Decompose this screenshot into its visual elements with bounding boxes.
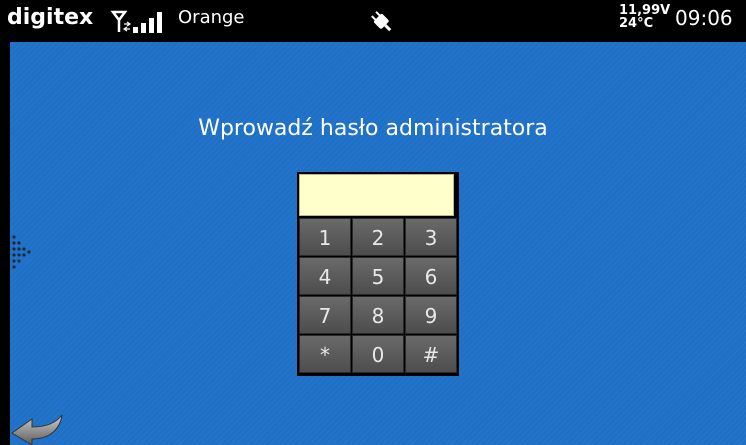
keypad-panel: 1 2 3 4 5 6 7 8 9 * 0 # (297, 172, 459, 376)
key-4[interactable]: 4 (299, 257, 351, 295)
key-1[interactable]: 1 (299, 218, 351, 256)
key-0[interactable]: 0 (352, 335, 404, 373)
back-arrow-icon[interactable] (10, 413, 70, 445)
brand-logo: digitex (7, 5, 94, 30)
key-6[interactable]: 6 (405, 257, 457, 295)
signal-strength-icon (110, 10, 162, 33)
keypad-keys: 1 2 3 4 5 6 7 8 9 * 0 # (299, 218, 457, 373)
key-7[interactable]: 7 (299, 296, 351, 334)
key-2[interactable]: 2 (352, 218, 404, 256)
temperature-value: 24°C (619, 16, 654, 31)
password-field[interactable] (299, 174, 454, 216)
power-plug-icon (371, 11, 392, 32)
key-5[interactable]: 5 (352, 257, 404, 295)
key-hash[interactable]: # (405, 335, 457, 373)
voltage-temperature-readout: 11,99V 24°C (619, 4, 670, 30)
clock: 09:06 (675, 6, 733, 30)
key-star[interactable]: * (299, 335, 351, 373)
key-3[interactable]: 3 (405, 218, 457, 256)
key-9[interactable]: 9 (405, 296, 457, 334)
status-bar: digitex Orange 11,99V 24°C 09:06 (0, 0, 746, 42)
left-edge-bar (0, 42, 10, 445)
admin-password-screen: digitex Orange 11,99V 24°C 09:06 Wprowad… (0, 0, 746, 445)
operator-name: Orange (178, 7, 245, 28)
password-prompt: Wprowadź hasło administratora (198, 116, 548, 141)
key-8[interactable]: 8 (352, 296, 404, 334)
drawer-handle-icon[interactable] (11, 233, 33, 269)
